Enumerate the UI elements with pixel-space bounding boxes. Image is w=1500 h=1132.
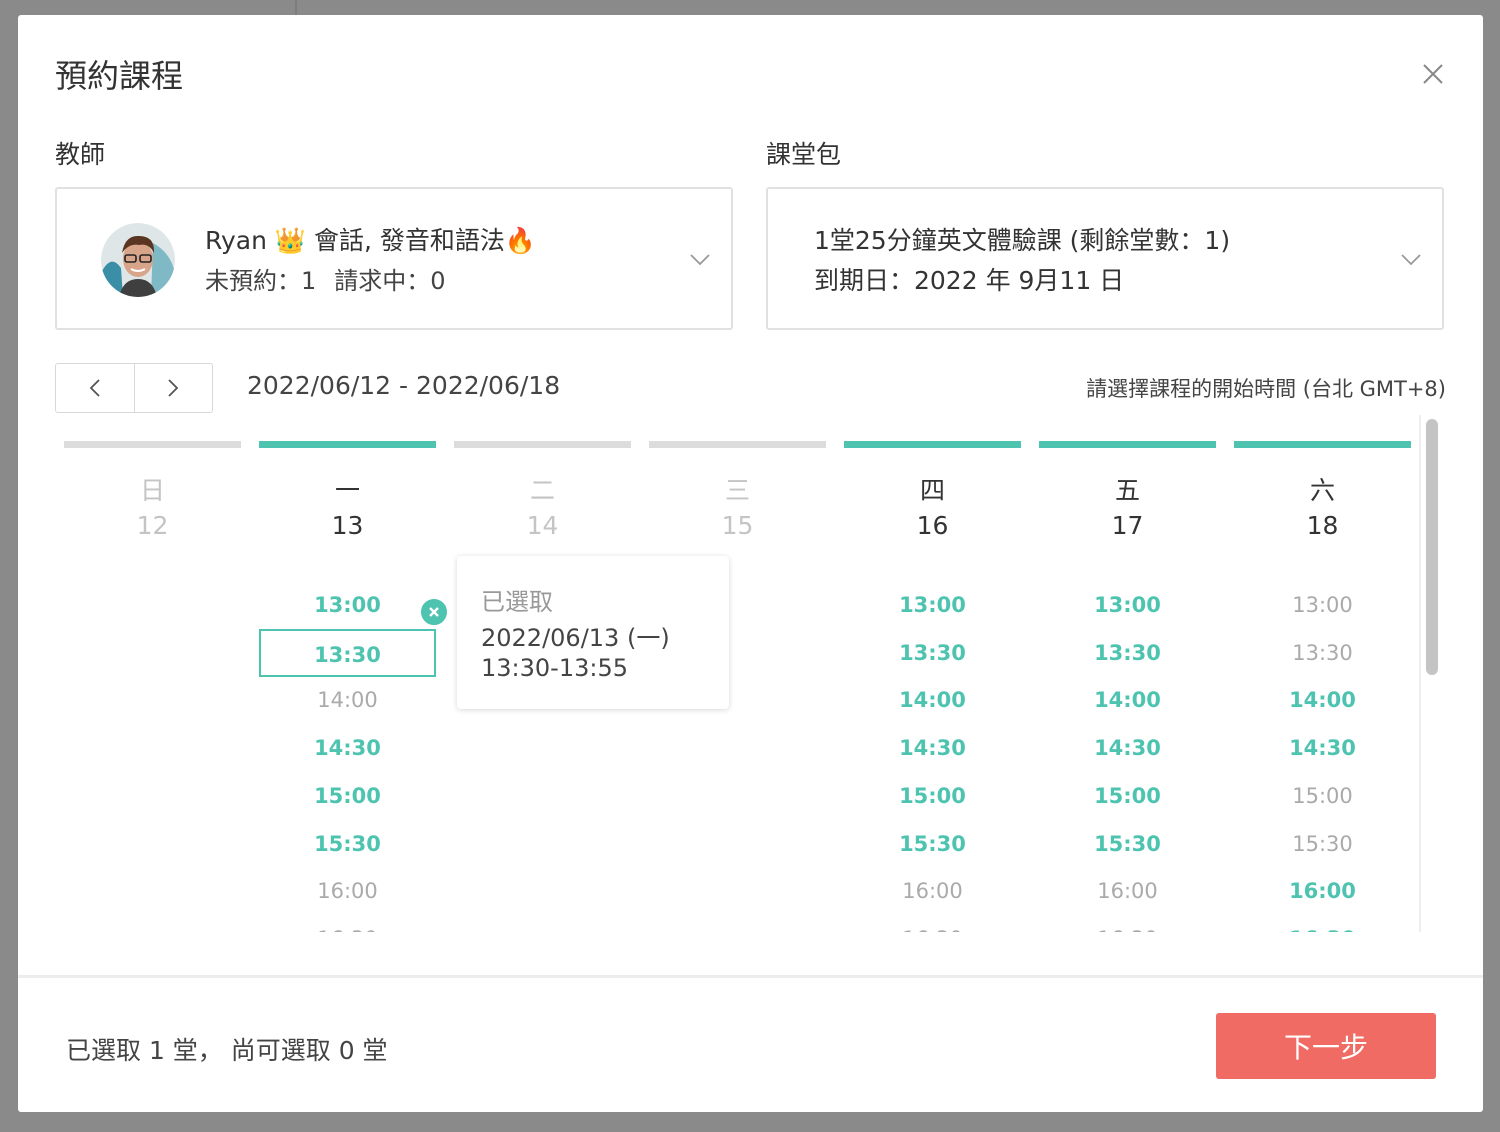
time-slot: 16:00 <box>902 879 963 904</box>
teacher-select[interactable]: Ryan 👑 會話, 發音和語法🔥 未預約：1 請求中：0 <box>55 187 733 330</box>
chevron-right-icon <box>168 379 179 397</box>
time-slot: 16:00 <box>317 879 378 904</box>
chevron-down-icon[interactable] <box>689 253 711 267</box>
day-name: 六 <box>1309 476 1335 505</box>
package-section-label: 課堂包 <box>766 140 842 169</box>
time-slot[interactable]: 13:00 <box>259 581 436 629</box>
next-week-button[interactable] <box>133 364 213 412</box>
time-slot[interactable]: 15:00 <box>1039 772 1216 820</box>
backdrop-divider <box>295 0 297 15</box>
day-column: 六 18 13:00 13:30 14:0014:30 15:00 15:30 16:0016… <box>1234 435 1411 932</box>
time-slot[interactable]: 15:30 <box>1039 820 1216 868</box>
time-slot: 15:00 <box>1292 783 1353 808</box>
booking-modal: 預約課程 教師 課堂包 Ryan 👑 會話, 發音和語法🔥 未預約：1 請求中：0 <box>18 15 1483 1112</box>
day-name: 五 <box>1114 476 1140 505</box>
selected-slot-tooltip: 已選取 2022/06/13 (一) 13:30-13:55 <box>457 556 729 709</box>
package-select[interactable]: 1堂25分鐘英文體驗課 (剩餘堂數：1) 到期日：2022 年 9月11 日 <box>766 187 1444 330</box>
time-slot[interactable]: 14:00 <box>1039 676 1216 724</box>
time-slot[interactable]: 13:00 <box>844 581 1021 629</box>
teacher-name: Ryan 👑 會話, 發音和語法🔥 <box>205 226 537 255</box>
tooltip-time: 13:30-13:55 <box>481 654 628 682</box>
day-availability-bar <box>649 441 826 448</box>
footer-divider <box>18 975 1483 978</box>
time-slot[interactable]: 15:30 <box>844 820 1021 868</box>
time-slot: 16:30 <box>1039 915 1216 932</box>
time-slot[interactable]: 16:30 <box>1234 915 1411 932</box>
day-availability-bar <box>259 441 436 448</box>
time-slot[interactable]: 15:00 <box>259 772 436 820</box>
day-column: 日 12 <box>64 435 241 932</box>
date-range: 2022/06/12 - 2022/06/18 <box>247 371 561 400</box>
time-slot-selected[interactable]: 13:30 <box>259 628 436 677</box>
day-number: 18 <box>1306 511 1339 540</box>
remove-selection-button[interactable] <box>419 597 449 627</box>
selection-summary: 已選取 1 堂， 尚可選取 0 堂 <box>66 1036 388 1065</box>
time-slot: 15:30 <box>1292 831 1353 856</box>
day-column: 四 16 13:0013:3014:0014:3015:0015:30 16:00 16… <box>844 435 1021 932</box>
time-slot[interactable]: 15:00 <box>844 772 1021 820</box>
day-column: 五 17 13:0013:3014:0014:3015:0015:30 16:00 16… <box>1039 435 1216 932</box>
day-number: 12 <box>136 511 169 540</box>
time-slot[interactable]: 14:30 <box>1039 724 1216 772</box>
time-slot: 13:00 <box>1292 593 1353 617</box>
chevron-down-icon[interactable] <box>1400 253 1422 267</box>
time-slot[interactable]: 14:30 <box>844 724 1021 772</box>
time-slot: 14:00 <box>317 688 378 713</box>
next-step-button[interactable]: 下一步 <box>1216 1013 1436 1079</box>
modal-title: 預約課程 <box>55 57 184 95</box>
close-icon[interactable] <box>1418 59 1448 89</box>
scrollbar-thumb[interactable] <box>1426 419 1438 675</box>
package-expiry: 到期日：2022 年 9月11 日 <box>814 266 1125 295</box>
day-number: 14 <box>526 511 559 540</box>
day-availability-bar <box>1039 441 1216 448</box>
tooltip-date: 2022/06/13 (一) <box>481 624 670 652</box>
week-nav <box>55 363 213 413</box>
time-slot[interactable]: 16:00 <box>1234 867 1411 915</box>
time-slot[interactable]: 13:30 <box>1039 629 1216 677</box>
time-slot: 16:30 <box>844 915 1021 932</box>
day-name: 日 <box>139 476 165 505</box>
scrollbar-track <box>1419 415 1421 932</box>
time-slot: 16:30 <box>259 915 436 932</box>
time-slot[interactable]: 15:30 <box>259 820 436 868</box>
avatar <box>101 223 175 297</box>
tooltip-heading: 已選取 <box>481 588 553 616</box>
time-slot[interactable]: 13:30 <box>844 629 1021 677</box>
day-name: 二 <box>529 476 555 505</box>
day-number: 13 <box>331 511 364 540</box>
time-slot: 13:30 <box>1292 640 1353 665</box>
timezone-note: 請選擇課程的開始時間 (台北 GMT+8) <box>1086 377 1446 401</box>
time-slot[interactable]: 14:00 <box>1234 676 1411 724</box>
requesting-count: 請求中：0 <box>334 267 446 295</box>
teacher-section-label: 教師 <box>55 140 106 169</box>
time-slot[interactable]: 14:30 <box>1234 724 1411 772</box>
prev-week-button[interactable] <box>56 364 134 412</box>
day-availability-bar <box>1234 441 1411 448</box>
time-slot: 16:00 <box>1097 879 1158 904</box>
day-name: 一 <box>334 476 360 505</box>
package-name: 1堂25分鐘英文體驗課 (剩餘堂數：1) <box>814 226 1231 255</box>
day-name: 三 <box>724 476 750 505</box>
time-slot[interactable]: 14:30 <box>259 724 436 772</box>
week-calendar: 日 12 一 13 13:00 13:30 14:00 14:30 15:00 15:30 16:0… <box>55 435 1425 932</box>
remove-x-icon <box>429 607 439 617</box>
day-column: 一 13 13:0013:30 14:00 14:3015:0015:30 16:00 16… <box>259 435 436 932</box>
day-number: 17 <box>1111 511 1144 540</box>
time-slot[interactable]: 14:00 <box>844 676 1021 724</box>
day-availability-bar <box>64 441 241 448</box>
unbooked-count: 未預約：1 <box>205 267 317 295</box>
day-availability-bar <box>454 441 631 448</box>
chevron-left-icon <box>89 379 100 397</box>
teacher-stats: 未預約：1 請求中：0 <box>205 261 464 296</box>
day-number: 16 <box>916 511 949 540</box>
day-name: 四 <box>919 476 945 505</box>
day-availability-bar <box>844 441 1021 448</box>
day-number: 15 <box>721 511 754 540</box>
time-slot[interactable]: 13:00 <box>1039 581 1216 629</box>
